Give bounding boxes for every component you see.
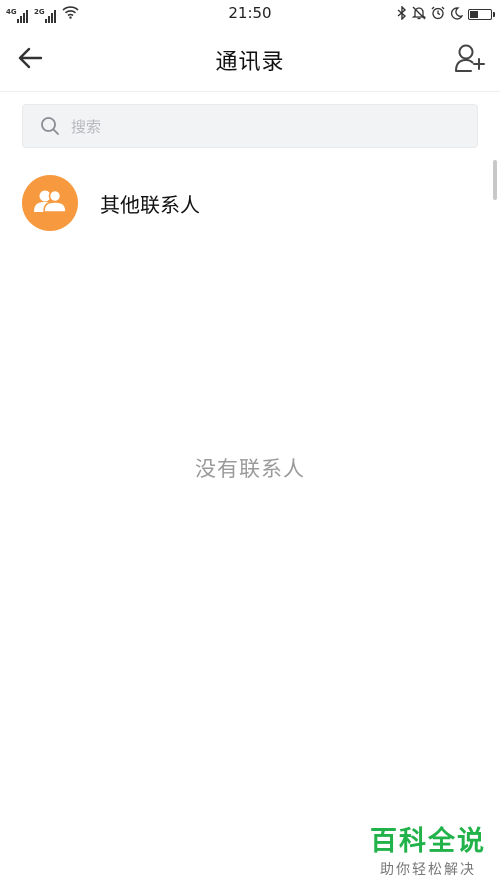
watermark-subtitle: 助你轻松解决 [380,862,476,878]
list-item-label: 其他联系人 [100,193,200,217]
header: 通讯录 [0,28,500,92]
add-contact-button[interactable] [452,42,488,78]
search-input[interactable] [69,105,463,149]
add-user-icon [454,43,486,77]
alarm-icon [431,5,445,24]
watermark-title: 百科全说 [370,826,486,857]
battery-level [470,11,478,18]
search-bar[interactable] [22,104,478,149]
watermark: 百科全说 助你轻松解决 [370,827,486,879]
bluetooth-icon [397,5,407,24]
search-icon [40,116,60,140]
status-right [397,5,495,24]
list-item-other-contacts[interactable]: 其他联系人 [0,165,500,241]
mute-icon [411,5,427,24]
avatar [22,175,78,231]
moon-icon [450,5,464,24]
page-title: 通讯录 [215,50,285,75]
empty-state-text: 没有联系人 [195,457,305,481]
scrollbar[interactable] [493,160,497,200]
status-bar: 4G 2G 21:50 [0,0,500,28]
battery-icon [468,9,495,20]
group-icon [33,189,67,217]
